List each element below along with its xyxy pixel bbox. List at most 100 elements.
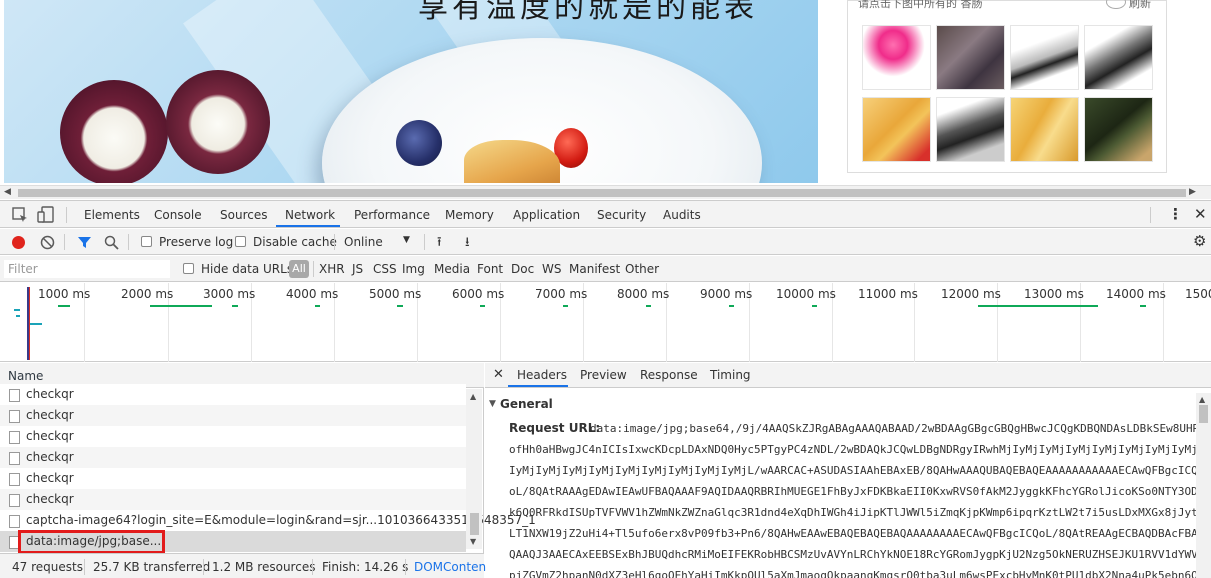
web-page-area: 享有温度的就是的能表 请点击下图中所有的 香肠 刷新 [0,0,1211,185]
filter-type-img[interactable]: Img [402,262,425,276]
export-har-icon[interactable]: ⭳ [465,233,470,255]
timeline-tick: 11000 ms [858,287,918,301]
gear-icon[interactable]: ⚙ [1193,232,1206,250]
scroll-left-icon[interactable]: ◀ [4,187,11,197]
tab-sources[interactable]: Sources [220,208,267,222]
table-row[interactable]: checkqr [0,468,466,489]
request-url-value: QAAQJ3AAECAxEEBSExBhJBUQdhcRMiMoEIFEKRob… [509,548,1198,561]
tab-response[interactable]: Response [640,368,698,382]
filter-type-xhr[interactable]: XHR [319,262,345,276]
device-toolbar-icon[interactable] [37,206,55,223]
close-devtools-icon[interactable]: ✕ [1194,205,1207,223]
captcha-image-3[interactable] [1010,25,1079,90]
timeline-tick: 1500 [1185,287,1211,301]
chevron-down-icon[interactable]: ▼ [489,399,496,409]
captcha-image-8[interactable] [1084,97,1153,162]
table-row[interactable]: captcha-image64?login_site=E&module=logi… [0,510,536,531]
table-row[interactable]: checkqr [0,447,466,468]
general-section-header[interactable]: General [500,397,553,411]
detail-tab-bar: ✕ Headers Preview Response Timing [485,363,1211,388]
scroll-down-icon[interactable]: ▼ [470,537,476,546]
list-vertical-scrollbar[interactable]: ▲ ▼ [466,389,482,549]
tab-network[interactable]: Network [285,208,335,222]
tab-audits[interactable]: Audits [663,208,701,222]
tab-security[interactable]: Security [597,208,646,222]
refresh-icon[interactable] [1106,0,1126,9]
hide-data-urls-label: Hide data URLs [201,262,294,276]
import-har-icon[interactable]: ⭱ [437,233,442,255]
request-name: checkqr [26,408,74,422]
filter-icon[interactable] [77,235,92,250]
request-url-label: Request URL: [509,421,601,435]
preserve-log-checkbox[interactable] [141,236,152,247]
captcha-image-7[interactable] [1010,97,1079,162]
filter-type-all[interactable]: All [289,260,309,278]
devtools-panel: Elements Console Sources Network Perform… [0,200,1211,578]
tab-console[interactable]: Console [154,208,202,222]
filter-type-manifest[interactable]: Manifest [569,262,620,276]
tab-headers[interactable]: Headers [517,368,567,382]
tab-elements[interactable]: Elements [84,208,140,222]
timeline-tick: 6000 ms [452,287,505,301]
table-row[interactable]: checkqr [0,426,466,447]
hide-data-urls-checkbox[interactable] [183,263,194,274]
inspect-element-icon[interactable] [12,207,28,223]
table-row[interactable]: checkqr [0,405,466,426]
promo-banner[interactable]: 享有温度的就是的能表 [4,0,818,183]
tab-performance[interactable]: Performance [354,208,430,222]
timeline-overview[interactable]: 1000 ms 2000 ms 3000 ms 4000 ms 5000 ms … [0,283,1211,362]
timeline-tick: 5000 ms [369,287,422,301]
timeline-tick: 12000 ms [941,287,1001,301]
scrollbar-thumb[interactable] [1199,405,1208,423]
tab-application[interactable]: Application [513,208,580,222]
captcha-caption: 请点击下图中所有的 香肠 [858,0,983,10]
search-icon[interactable] [104,235,119,250]
captcha-image-1[interactable] [862,25,931,90]
request-name: checkqr [26,387,74,401]
request-url-value: oL/8QAtRAAAgEDAwIEAwUFBAQAAAF9AQIDAAQRBR… [509,485,1198,498]
close-detail-icon[interactable]: ✕ [493,367,504,382]
record-icon[interactable] [12,236,25,249]
clear-icon[interactable] [40,235,55,250]
timeline-tick: 14000 ms [1106,287,1166,301]
chevron-down-icon[interactable]: ▼ [403,235,410,245]
more-options-icon[interactable]: ⋮ [1168,205,1183,223]
filter-type-doc[interactable]: Doc [511,262,534,276]
request-name: checkqr [26,492,74,506]
tab-preview[interactable]: Preview [580,368,627,382]
captcha-image-2[interactable] [936,25,1005,90]
table-row[interactable]: checkqr [0,489,466,510]
tab-memory[interactable]: Memory [445,208,494,222]
page-horizontal-scrollbar[interactable]: ◀ ▶ [0,185,1211,199]
filter-type-css[interactable]: CSS [373,262,397,276]
disable-cache-label: Disable cache [253,235,337,249]
scrollbar-thumb[interactable] [18,189,1186,197]
filter-type-media[interactable]: Media [434,262,470,276]
filter-input[interactable] [4,260,170,278]
domcontentloaded-time: DOMConten [414,560,487,574]
request-name: checkqr [26,429,74,443]
filter-type-js[interactable]: JS [352,262,363,276]
table-row[interactable]: checkqr [0,384,466,405]
mangosteen-image [166,70,270,174]
scrollbar-thumb[interactable] [470,513,479,535]
filter-type-font[interactable]: Font [477,262,503,276]
tab-timing[interactable]: Timing [710,368,751,382]
captcha-image-6[interactable] [936,97,1005,162]
captcha-image-5[interactable] [862,97,931,162]
timeline-tick: 7000 ms [535,287,588,301]
selection-highlight [18,530,165,554]
detail-vertical-scrollbar[interactable]: ▲ [1196,393,1211,578]
refresh-link[interactable]: 刷新 [1129,0,1151,11]
scroll-up-icon[interactable]: ▲ [1199,395,1205,404]
request-url-value: ofHh0aHBwgJC4nICIsIxwcKDcpLDAxNDQ0Hyc5PT… [509,443,1198,456]
filter-bar: Hide data URLs All XHR JS CSS Img Media … [0,256,1211,282]
disable-cache-checkbox[interactable] [235,236,246,247]
scroll-up-icon[interactable]: ▲ [470,392,476,401]
throttle-select[interactable]: Online [344,235,383,249]
scroll-right-icon[interactable]: ▶ [1189,187,1196,197]
timeline-tick: 10000 ms [776,287,836,301]
filter-type-other[interactable]: Other [625,262,659,276]
captcha-image-4[interactable] [1084,25,1153,90]
filter-type-ws[interactable]: WS [542,262,561,276]
